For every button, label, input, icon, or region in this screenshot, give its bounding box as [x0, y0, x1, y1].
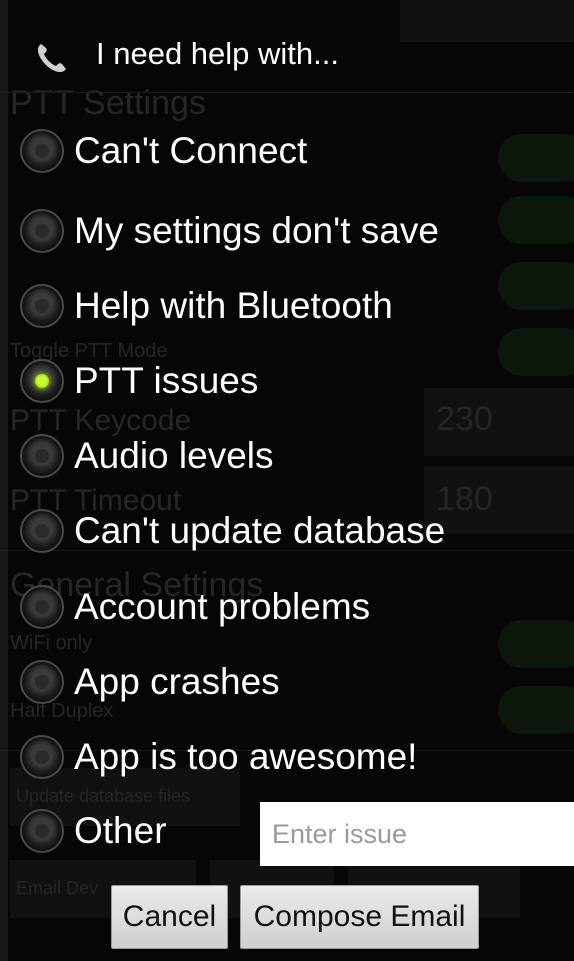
option-too-awesome[interactable]: App is too awesome!	[20, 732, 560, 790]
phone-icon	[30, 36, 74, 80]
option-update-database[interactable]: Can't update database	[20, 506, 560, 564]
radio-button[interactable]	[20, 434, 64, 478]
radio-button[interactable]	[20, 129, 64, 173]
option-label: Can't Connect	[74, 130, 308, 171]
option-label: Account problems	[74, 586, 371, 627]
radio-button[interactable]	[20, 585, 64, 629]
dialog-title: I need help with...	[96, 36, 339, 71]
dialog-title-row: I need help with...	[8, 22, 574, 84]
option-cant-connect[interactable]: Can't Connect	[20, 126, 560, 184]
option-label: App crashes	[74, 661, 280, 702]
option-bluetooth[interactable]: Help with Bluetooth	[20, 281, 560, 339]
compose-email-button[interactable]: Compose Email	[240, 885, 479, 949]
option-app-crashes[interactable]: App crashes	[20, 657, 560, 715]
help-dialog: I need help with... Can't Connect My set…	[8, 0, 574, 961]
option-label: Help with Bluetooth	[74, 285, 393, 326]
cancel-button[interactable]: Cancel	[111, 885, 228, 949]
dialog-edge	[0, 0, 8, 961]
option-settings-dont-save[interactable]: My settings don't save	[20, 206, 560, 264]
option-label: Audio levels	[74, 435, 274, 476]
radio-button[interactable]	[20, 735, 64, 779]
option-label: PTT issues	[74, 360, 259, 401]
radio-button[interactable]	[20, 660, 64, 704]
option-label: App is too awesome!	[74, 736, 418, 777]
option-label: My settings don't save	[74, 210, 439, 251]
option-label: Can't update database	[74, 510, 446, 551]
option-label: Other	[74, 810, 167, 851]
radio-button[interactable]	[20, 209, 64, 253]
radio-button[interactable]	[20, 809, 64, 853]
radio-button-selected[interactable]	[20, 359, 64, 403]
issue-input[interactable]	[260, 802, 574, 866]
option-other[interactable]: Other	[20, 806, 250, 864]
option-ptt-issues[interactable]: PTT issues	[20, 356, 560, 414]
radio-button[interactable]	[20, 284, 64, 328]
radio-button[interactable]	[20, 509, 64, 553]
option-audio-levels[interactable]: Audio levels	[20, 431, 560, 489]
option-account-problems[interactable]: Account problems	[20, 582, 560, 640]
